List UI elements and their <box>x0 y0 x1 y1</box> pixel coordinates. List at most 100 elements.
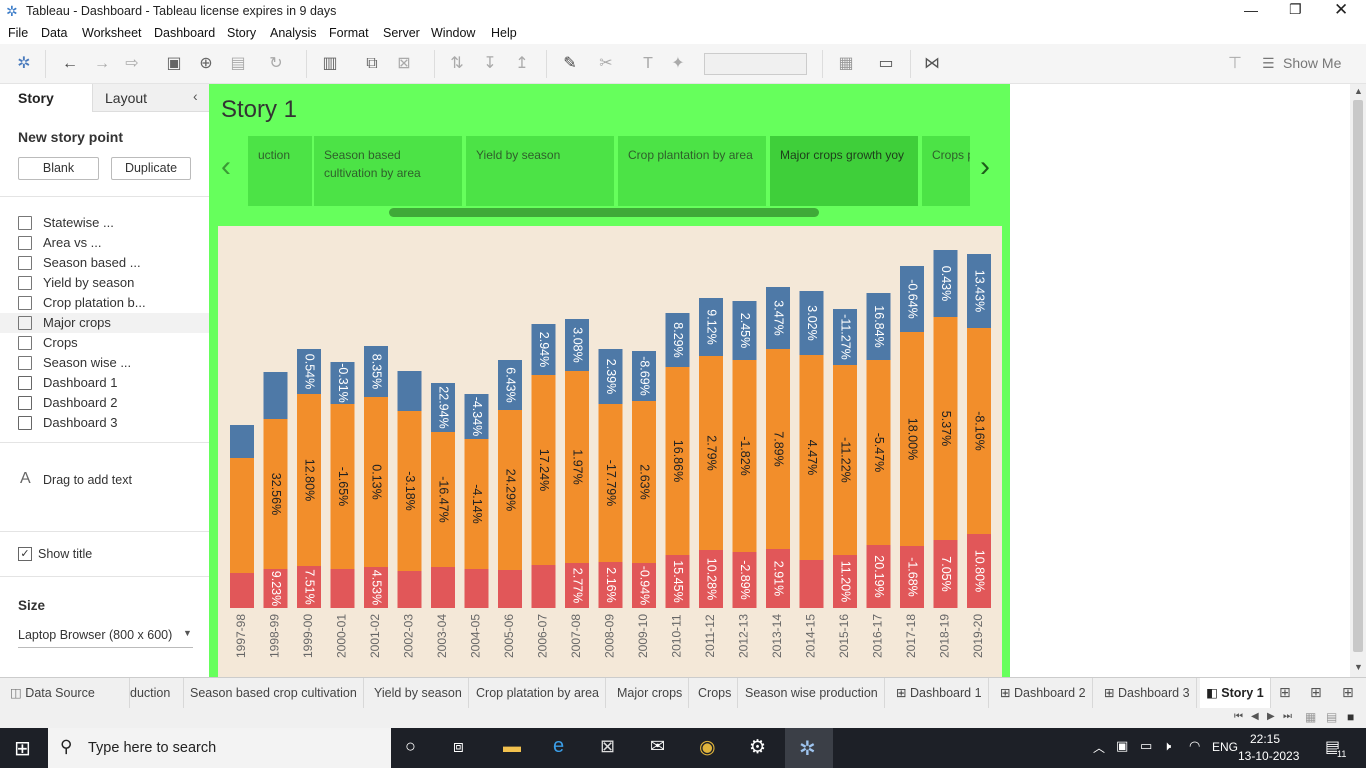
vertical-scrollbar[interactable]: ▲ ▼ <box>1350 84 1366 677</box>
story-point[interactable]: uction <box>248 136 314 206</box>
format-painter-icon[interactable]: ⊤ <box>1225 54 1245 74</box>
chrome-icon[interactable]: ◉ <box>699 736 716 759</box>
scroll-up-icon[interactable]: ▲ <box>1354 86 1363 96</box>
show-title-checkbox[interactable]: ✓ <box>18 547 32 561</box>
menu-format[interactable]: Format <box>329 26 369 40</box>
scroll-down-icon[interactable]: ▼ <box>1354 662 1363 672</box>
tab-sheet[interactable]: Major crops <box>611 678 690 708</box>
story-point-active[interactable]: Major crops growth yoy <box>770 136 920 206</box>
network-alert-icon[interactable]: ▣ <box>1116 738 1128 754</box>
bar-segment[interactable] <box>431 567 455 608</box>
first-sheet-icon[interactable]: ⏮ <box>1234 711 1243 722</box>
new-story-tab-icon[interactable]: ⊞ <box>1342 684 1354 701</box>
filmstrip-icon[interactable]: ▤ <box>1326 710 1337 724</box>
drag-text-object[interactable]: Drag to add text <box>43 473 132 487</box>
menu-window[interactable]: Window <box>431 26 475 40</box>
story-point[interactable]: Crops p count <box>922 136 970 206</box>
bar-segment[interactable] <box>230 458 254 573</box>
tab-data-source[interactable]: ◫ Data Source <box>0 678 130 708</box>
mail-icon[interactable]: ✉ <box>650 736 665 757</box>
pin-icon[interactable]: ✦ <box>668 54 688 74</box>
restore-icon[interactable]: ❐ <box>1289 1 1302 18</box>
menu-dashboard[interactable]: Dashboard <box>154 26 215 40</box>
new-dashboard-tab-icon[interactable]: ⊞ <box>1310 684 1322 701</box>
bar-segment[interactable] <box>397 371 422 411</box>
tray-chevron-icon[interactable]: ︿ <box>1093 739 1105 756</box>
minimize-icon[interactable]: — <box>1244 2 1258 18</box>
fit-dropdown[interactable] <box>704 53 807 75</box>
bar-segment[interactable] <box>330 569 355 608</box>
replay-icon[interactable]: ⇨ <box>122 54 142 74</box>
tab-story[interactable]: Story <box>0 84 92 112</box>
sheet-item[interactable]: Crops <box>18 333 208 353</box>
show-me-button[interactable]: Show Me <box>1283 55 1341 71</box>
battery-icon[interactable]: ▭ <box>1140 738 1152 754</box>
file-explorer-icon[interactable]: ▬ <box>503 736 521 757</box>
store-icon[interactable]: ⊠ <box>600 736 615 757</box>
text-label-icon[interactable]: T <box>638 54 658 74</box>
next-sheet-icon[interactable]: ▶ <box>1267 711 1275 722</box>
story-point[interactable]: Crop plantation by area <box>618 136 768 206</box>
new-worksheet-icon[interactable]: ▥ <box>320 54 340 74</box>
tab-dashboard[interactable]: ⊞ Dashboard 1 <box>890 678 989 708</box>
refresh-icon[interactable]: ↻ <box>266 54 286 74</box>
share-icon[interactable]: ⋈ <box>922 54 942 74</box>
sheet-item[interactable]: Crop platation b... <box>18 293 208 313</box>
sheet-item[interactable]: Yield by season <box>18 273 208 293</box>
clear-sheet-icon[interactable]: ⊠ <box>394 54 414 74</box>
story-next-icon[interactable]: › <box>980 152 990 182</box>
bar-segment[interactable] <box>498 570 522 608</box>
last-sheet-icon[interactable]: ⏭ <box>1283 711 1292 722</box>
sort-asc-icon[interactable]: ↧ <box>480 54 500 74</box>
save-icon[interactable]: ▣ <box>164 54 184 74</box>
story-point[interactable]: Yield by season <box>466 136 616 206</box>
sheet-item[interactable]: Season wise ... <box>18 353 208 373</box>
dashboard-item[interactable]: Dashboard 3 <box>18 413 208 433</box>
tableau-taskbar-app[interactable]: ✲ <box>785 728 833 768</box>
sheet-item-selected[interactable]: Major crops <box>0 313 209 333</box>
dashboard-item[interactable]: Dashboard 1 <box>18 373 208 393</box>
tab-sheet[interactable]: Season based crop cultivation <box>184 678 364 708</box>
story-scroll-thumb[interactable] <box>389 208 819 217</box>
bar-segment[interactable] <box>799 560 824 608</box>
bar-segment[interactable] <box>263 372 288 419</box>
undo-icon[interactable]: ← <box>60 54 80 74</box>
new-worksheet-tab-icon[interactable]: ⊞ <box>1279 684 1291 701</box>
tab-view-icon[interactable]: ■ <box>1347 710 1354 724</box>
tab-sheet[interactable]: Yield by season <box>368 678 469 708</box>
menu-help[interactable]: Help <box>491 26 517 40</box>
swap-icon[interactable]: ⇅ <box>447 54 467 74</box>
menu-worksheet[interactable]: Worksheet <box>82 26 142 40</box>
settings-icon[interactable]: ⚙ <box>749 736 766 759</box>
dashboard-item[interactable]: Dashboard 2 <box>18 393 208 413</box>
menu-data[interactable]: Data <box>41 26 67 40</box>
bar-segment[interactable] <box>531 565 556 608</box>
highlight-icon[interactable]: ✎ <box>560 54 580 74</box>
clock-time[interactable]: 22:15 <box>1250 732 1280 746</box>
sheet-item[interactable]: Season based ... <box>18 253 208 273</box>
sort-desc-icon[interactable]: ↥ <box>512 54 532 74</box>
tab-sheet[interactable]: duction <box>130 678 184 708</box>
bar-segment[interactable] <box>230 425 254 458</box>
tab-story-active[interactable]: ◧ Story 1 <box>1200 678 1271 708</box>
windows-start-icon[interactable]: ⊞ <box>14 736 31 761</box>
story-point[interactable]: Season based cultivation by area <box>314 136 464 206</box>
presentation-icon[interactable]: ▭ <box>876 54 896 74</box>
blank-button[interactable]: Blank <box>18 157 99 180</box>
tab-sheet[interactable]: Crop platation by area <box>470 678 606 708</box>
taskbar-search[interactable]: ⚲ Type here to search <box>48 728 391 768</box>
sheet-item[interactable]: Area vs ... <box>18 233 208 253</box>
scroll-thumb[interactable] <box>1353 100 1363 652</box>
grid-view-icon[interactable]: ▦ <box>1305 710 1316 724</box>
new-datasource-icon[interactable]: ⊕ <box>196 54 216 74</box>
menu-analysis[interactable]: Analysis <box>270 26 317 40</box>
collapse-icon[interactable]: ‹ <box>193 88 198 104</box>
tab-sheet[interactable]: Season wise production <box>739 678 885 708</box>
task-view-icon[interactable]: ⧈ <box>453 737 464 757</box>
close-icon[interactable]: ✕ <box>1334 0 1348 20</box>
labels-icon[interactable]: ▦ <box>836 54 856 74</box>
menu-story[interactable]: Story <box>227 26 256 40</box>
story-prev-icon[interactable]: ‹ <box>221 152 231 182</box>
tab-dashboard[interactable]: ⊞ Dashboard 3 <box>1098 678 1197 708</box>
volume-icon[interactable]: 🕨 <box>1163 738 1171 754</box>
